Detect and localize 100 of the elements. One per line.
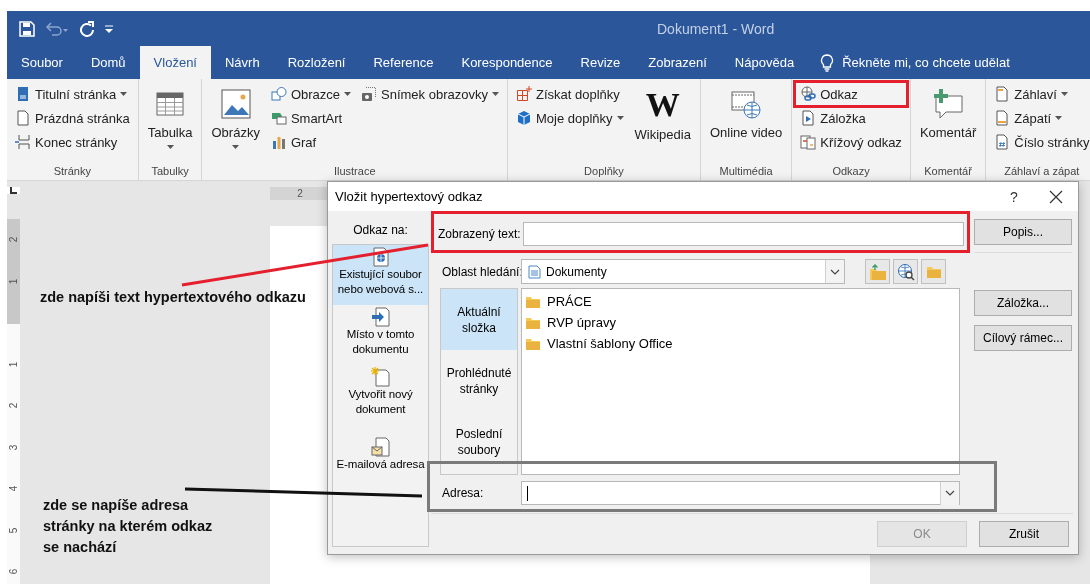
- folder-icon: [526, 337, 540, 350]
- customize-caret-icon[interactable]: [105, 24, 113, 33]
- window-title: Dokument1 - Word: [657, 20, 775, 37]
- footer-icon: [994, 110, 1011, 126]
- link-to-label: Odkaz na:: [353, 222, 408, 237]
- cover-page-icon: [15, 86, 31, 102]
- ribbon-button[interactable]: Záložka: [797, 106, 905, 130]
- ribbon-button[interactable]: Získat doplňky: [512, 82, 627, 106]
- help-button[interactable]: ?: [994, 188, 1034, 205]
- group-label: Komentář: [923, 165, 973, 179]
- folder-arrow-icon: [868, 263, 887, 280]
- caret-icon: [1060, 92, 1068, 96]
- ribbon-button[interactable]: SmartArt: [267, 106, 355, 130]
- ruler-number: 5: [8, 527, 19, 534]
- chevron-icon: [945, 490, 955, 496]
- ribbon-button[interactable]: Snímek obrazovky: [358, 82, 502, 106]
- dropdown-button[interactable]: [940, 481, 959, 505]
- dialog-button[interactable]: Popis...: [974, 219, 1072, 245]
- ribbon-button[interactable]: Moje doplňky: [512, 106, 627, 130]
- display-text-field[interactable]: [523, 222, 964, 246]
- ribbon-button[interactable]: Číslo stránky: [991, 130, 1090, 154]
- dialog-button[interactable]: Cílový rámec...: [974, 325, 1072, 351]
- document-arrow-icon: [370, 307, 391, 327]
- ruler-number: 4: [8, 485, 19, 492]
- ribbon-button[interactable]: Tabulka: [143, 82, 197, 149]
- ribbon-tab[interactable]: Zobrazení: [634, 46, 721, 79]
- dialog-button[interactable]: Zrušit: [979, 521, 1069, 547]
- view-tab[interactable]: Prohlédnuté stránky: [441, 350, 517, 411]
- ribbon-tab[interactable]: Návrh: [211, 46, 274, 79]
- save-icon[interactable]: [19, 20, 35, 37]
- ribbon-tab[interactable]: Rozložení: [273, 46, 360, 79]
- ribbon-tab[interactable]: Soubor: [7, 46, 77, 79]
- field-label: Oblast hledání:: [442, 264, 521, 279]
- grid-plus-icon: [515, 86, 532, 102]
- folder-icon: [526, 295, 540, 308]
- film-globe-icon: [730, 88, 763, 120]
- ruler-number: 6: [8, 568, 19, 575]
- link-type-item[interactable]: Existující soubor nebo webová s...: [333, 245, 428, 305]
- ribbon-button[interactable]: Prázdná stránka: [12, 106, 133, 130]
- tell-me-search[interactable]: Řekněte mi, co chcete udělat: [820, 46, 1010, 79]
- ribbon-tab[interactable]: Reference: [359, 46, 448, 79]
- documents-icon: [527, 264, 541, 279]
- browse-web-button[interactable]: [893, 259, 918, 284]
- ribbon-button[interactable]: Online video: [705, 82, 787, 141]
- page-number-icon: [994, 134, 1011, 150]
- ribbon-tab[interactable]: Domů: [76, 46, 140, 79]
- comment-plus-icon: [932, 88, 965, 120]
- ribbon-button[interactable]: Obrazce: [267, 82, 355, 106]
- ribbon-button[interactable]: Komentář: [915, 82, 981, 141]
- view-tab[interactable]: Aktuální složka: [441, 289, 517, 350]
- camera-icon: [361, 86, 378, 102]
- folder-icon: [926, 265, 941, 278]
- ribbon-button[interactable]: Odkaz: [797, 82, 905, 106]
- address-field[interactable]: [521, 481, 960, 505]
- annotation-text: zde se napíše adresa stránky na kterém odkaz se nachází: [43, 496, 214, 557]
- file-item[interactable]: RVP úpravy: [547, 315, 616, 330]
- header-icon: [994, 86, 1011, 102]
- cube-icon: [515, 110, 532, 126]
- ribbon-tab[interactable]: Korespondence: [447, 46, 567, 79]
- caret-icon: [166, 145, 174, 149]
- ruler-number: 2: [8, 402, 19, 409]
- caret-icon: [1055, 116, 1063, 120]
- ribbon-tab[interactable]: Nápověda: [720, 46, 809, 79]
- caret-icon: [120, 92, 128, 96]
- ribbon-tab[interactable]: Vložení: [139, 46, 211, 79]
- caret-icon: [616, 116, 624, 120]
- ribbon-button[interactable]: Zápatí: [991, 106, 1090, 130]
- caret-icon: [491, 92, 499, 96]
- wikipedia-logo: W: [645, 88, 680, 122]
- link-type-item[interactable]: E-mailová adresa: [333, 435, 428, 495]
- ruler-number: 3: [8, 444, 19, 451]
- view-tab[interactable]: Poslední soubory: [441, 411, 517, 472]
- file-item[interactable]: Vlastní šablony Office: [547, 336, 673, 351]
- caret-icon: [232, 145, 240, 149]
- ribbon-button[interactable]: Graf: [267, 130, 355, 154]
- field-label: Adresa:: [442, 486, 485, 500]
- ribbon-button[interactable]: Křížový odkaz: [797, 130, 905, 154]
- ribbon-button[interactable]: Konec stránky: [12, 130, 133, 154]
- group-label: Doplňky: [583, 165, 625, 179]
- undo-icon[interactable]: [45, 20, 69, 37]
- ribbon-button[interactable]: Titulní stránka: [12, 82, 133, 106]
- email-document-icon: [370, 437, 391, 457]
- cross-reference-icon: [800, 134, 817, 150]
- page-break-icon: [15, 134, 31, 150]
- ribbon-button[interactable]: W Wikipedia: [630, 82, 695, 143]
- ribbon-tab[interactable]: Revize: [566, 46, 635, 79]
- ruler-number: 2: [297, 188, 303, 199]
- ribbon-button[interactable]: Obrázky: [207, 82, 264, 149]
- dialog-button[interactable]: Záložka...: [974, 290, 1072, 316]
- ribbon-button[interactable]: Záhlaví: [991, 82, 1090, 106]
- tab-stop-selector[interactable]: [7, 187, 20, 194]
- link-type-item[interactable]: Vytvořit nový dokument: [333, 365, 428, 425]
- dropdown-button[interactable]: [825, 260, 844, 283]
- redo-icon[interactable]: [79, 20, 95, 37]
- look-in-dropdown[interactable]: Dokumenty: [521, 259, 845, 284]
- group-label: Multimédia: [718, 165, 774, 179]
- link-type-item[interactable]: Místo v tomto dokumentu: [333, 305, 428, 365]
- close-icon: [1049, 189, 1063, 204]
- bookmark-icon: [800, 110, 817, 126]
- file-item[interactable]: PRÁCE: [547, 294, 592, 309]
